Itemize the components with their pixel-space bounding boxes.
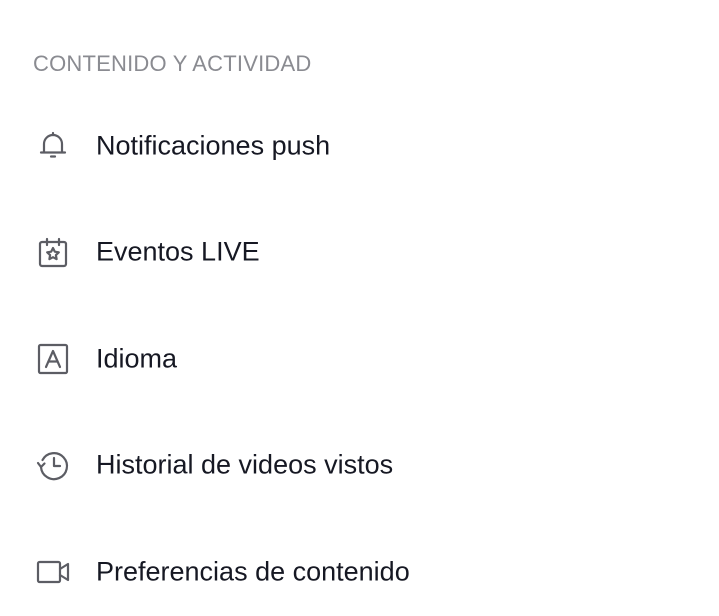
video-camera-icon <box>33 552 73 592</box>
menu-item-label: Eventos LIVE <box>96 236 260 267</box>
menu-item-label: Notificaciones push <box>96 130 331 161</box>
language-letter-icon <box>33 339 73 379</box>
menu-item-push-notifications[interactable]: Notificaciones push <box>0 111 719 181</box>
menu-item-label: Historial de videos vistos <box>96 449 394 480</box>
menu-item-label: Idioma <box>96 343 178 374</box>
history-clock-icon <box>33 445 73 485</box>
bell-icon <box>33 126 73 166</box>
menu-item-live-events[interactable]: Eventos LIVE <box>0 217 719 287</box>
menu-item-content-preferences[interactable]: Preferencias de contenido <box>0 537 719 607</box>
section-title: CONTENIDO Y ACTIVIDAD <box>33 51 312 76</box>
content-activity-section: CONTENIDO Y ACTIVIDAD Notificaciones pus… <box>0 0 719 616</box>
menu-item-watch-history[interactable]: Historial de videos vistos <box>0 430 719 500</box>
menu-item-language[interactable]: Idioma <box>0 324 719 394</box>
calendar-star-icon <box>33 232 73 272</box>
menu-item-label: Preferencias de contenido <box>96 556 410 587</box>
